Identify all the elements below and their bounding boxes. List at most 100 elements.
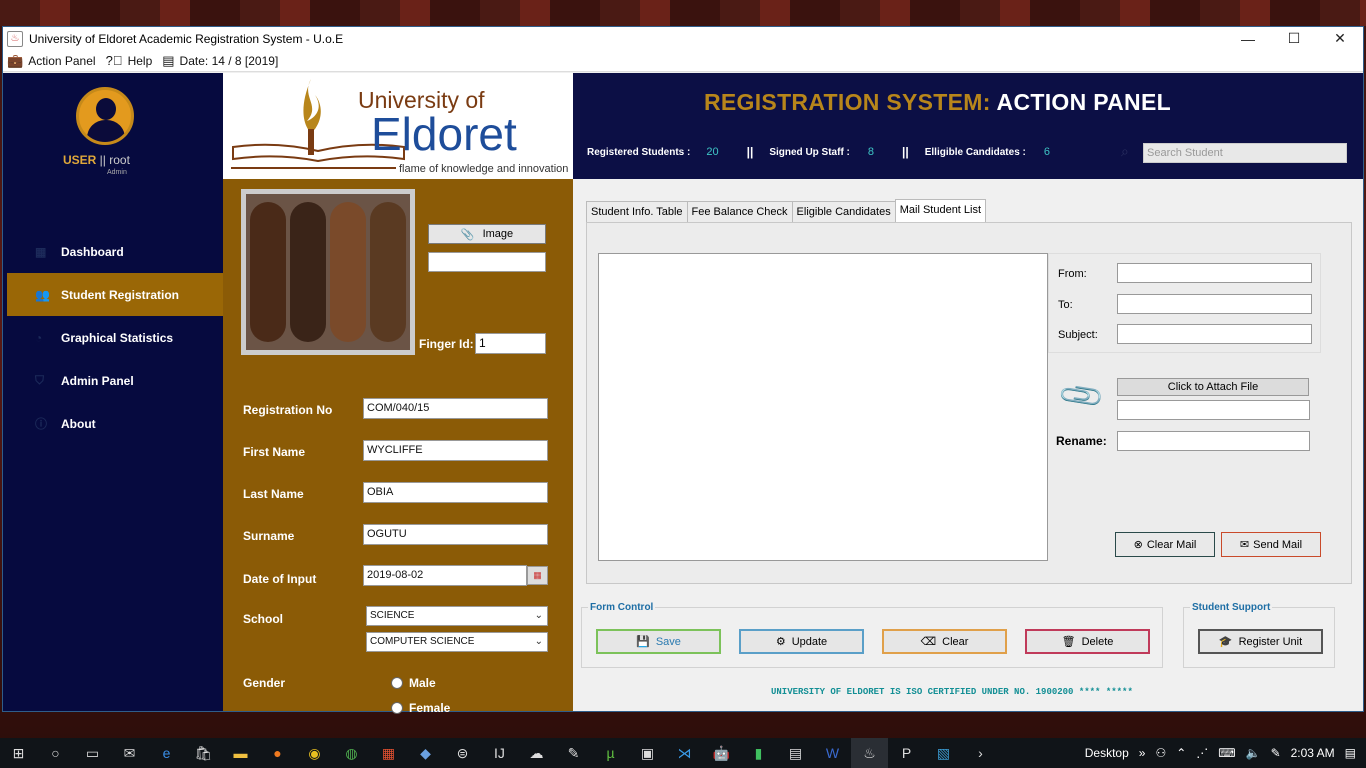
paperclip-icon: 📎 <box>1056 371 1107 422</box>
envelope-icon: ✉ <box>1239 539 1250 551</box>
network-icon[interactable]: ⋰ <box>1196 746 1208 760</box>
tray-expand-icon[interactable]: ⌃ <box>1176 746 1186 760</box>
from-input[interactable] <box>1117 263 1312 283</box>
close-circle-icon: ⊗ <box>1133 539 1143 551</box>
tab-fee-balance-check[interactable]: Fee Balance Check <box>686 201 793 222</box>
task-view-icon[interactable]: ▭ <box>74 738 111 768</box>
tab-eligible-candidates[interactable]: Eligible Candidates <box>791 201 896 222</box>
notifications-icon[interactable]: ▤ <box>1345 746 1356 760</box>
torrent-icon[interactable]: µ <box>592 738 629 768</box>
sidebar-item-about[interactable]: ⓘ About <box>7 402 223 445</box>
sidebar-item-graphical-statistics[interactable]: ◔ Graphical Statistics <box>7 316 223 359</box>
register-unit-button[interactable]: 🎓 Register Unit <box>1198 629 1323 654</box>
chrome-icon[interactable]: ◉ <box>296 738 333 768</box>
app-icon[interactable]: ▤ <box>777 738 814 768</box>
close-button[interactable]: ✕ <box>1317 27 1363 50</box>
image-button[interactable]: 📎 Image <box>428 224 546 244</box>
inkscape-icon[interactable]: ✎ <box>555 738 592 768</box>
calendar-icon: ▤ <box>162 52 175 68</box>
sidebar-item-dashboard[interactable]: ▦ Dashboard <box>7 230 223 273</box>
more-icon[interactable]: › <box>962 738 999 768</box>
app-icon[interactable]: ▮ <box>740 738 777 768</box>
search-student-input[interactable]: Search Student <box>1143 143 1347 163</box>
menu-date-label: Date: 14 / 8 [2019] <box>179 53 279 68</box>
save-button[interactable]: 💾 Save <box>596 629 721 654</box>
menu-date[interactable]: ▤ Date: 14 / 8 [2019] <box>162 53 278 69</box>
edge-browser-icon[interactable]: e <box>148 738 185 768</box>
store-icon[interactable]: 🛍 <box>185 738 222 768</box>
clock-time[interactable]: 2:03 AM <box>1291 746 1335 760</box>
subject-label: Subject: <box>1058 329 1098 341</box>
firefox-icon[interactable]: ● <box>259 738 296 768</box>
attach-file-button[interactable]: Click to Attach File <box>1117 378 1309 396</box>
virtualbox-icon[interactable]: ◆ <box>407 738 444 768</box>
rename-input[interactable] <box>1117 431 1310 451</box>
last-name-input[interactable]: OBIA <box>363 482 548 503</box>
people-icon[interactable]: ⚇ <box>1155 746 1166 760</box>
clear-mail-button[interactable]: ⊗ Clear Mail <box>1115 532 1215 557</box>
sidebar-item-label: Admin Panel <box>61 373 134 388</box>
android-icon[interactable]: 🤖 <box>703 738 740 768</box>
word-icon[interactable]: W <box>814 738 851 768</box>
subject-input[interactable] <box>1117 324 1312 344</box>
app-icon[interactable]: ▦ <box>370 738 407 768</box>
sidebar-item-admin-panel[interactable]: ⛉ Admin Panel <box>7 359 223 402</box>
pen-icon[interactable]: ✎ <box>1271 746 1281 760</box>
intellij-icon[interactable]: IJ <box>481 738 518 768</box>
volume-icon[interactable]: 🔈 <box>1246 746 1261 760</box>
desktop-toolbar-label[interactable]: Desktop <box>1085 746 1129 760</box>
paperclip-icon: 📎 <box>460 228 475 241</box>
surname-input[interactable]: OGUTU <box>363 524 548 545</box>
update-button[interactable]: ⚙ Update <box>739 629 864 654</box>
gender-female-radio[interactable]: Female <box>391 701 450 715</box>
java-icon: ♨ <box>7 30 23 47</box>
windows-start-icon[interactable]: ⊞ <box>0 738 37 768</box>
send-mail-label: Send Mail <box>1253 538 1303 551</box>
grid-icon: ▦ <box>35 244 47 259</box>
save-button-label: Save <box>655 635 681 648</box>
calendar-picker-icon[interactable]: ▦ <box>527 566 548 585</box>
mail-header-fields: From: To: Subject: <box>1048 253 1321 353</box>
menu-help[interactable]: ?⃝ Help <box>106 53 153 68</box>
finger-id-input[interactable]: 1 <box>475 333 546 354</box>
department-select[interactable]: COMPUTER SCIENCE ⌄ <box>366 632 548 652</box>
maximize-button[interactable]: ☐ <box>1271 27 1317 50</box>
sidebar-item-student-registration[interactable]: 👥 Student Registration <box>7 273 223 316</box>
search-circle-icon[interactable]: ○ <box>37 738 74 768</box>
delete-button[interactable]: 🗑 Delete <box>1025 629 1150 654</box>
file-explorer-icon[interactable]: ▬ <box>222 738 259 768</box>
ime-icon[interactable]: ⌨ <box>1218 746 1235 760</box>
gender-male-radio[interactable]: Male <box>391 676 436 690</box>
school-select[interactable]: SCIENCE ⌄ <box>366 606 548 626</box>
app-icon[interactable]: P <box>888 738 925 768</box>
first-name-input[interactable]: WYCLIFFE <box>363 440 548 461</box>
sidebar-item-label: Dashboard <box>61 244 124 259</box>
user-role: Admin <box>107 169 127 176</box>
sidebar-item-label: Student Registration <box>61 287 180 302</box>
chevron-icon[interactable]: » <box>1139 746 1146 760</box>
to-input[interactable] <box>1117 294 1312 314</box>
info-icon: ⓘ <box>35 417 48 431</box>
app-icon[interactable]: ▣ <box>629 738 666 768</box>
image-path-field[interactable] <box>428 252 546 272</box>
tab-mail-student-list[interactable]: Mail Student List <box>894 199 987 222</box>
date-of-input-label: Date of Input <box>243 572 317 586</box>
vscode-icon[interactable]: ⋊ <box>666 738 703 768</box>
user-separator: || <box>96 153 110 167</box>
app-icon[interactable]: ◍ <box>333 738 370 768</box>
mail-app-icon[interactable]: ✉ <box>111 738 148 768</box>
java-icon[interactable]: ♨ <box>851 738 888 768</box>
attached-file-field[interactable] <box>1117 400 1310 420</box>
minimize-button[interactable]: — <box>1225 27 1271 50</box>
date-of-input-field[interactable]: 2019-08-02 <box>363 565 527 586</box>
send-mail-button[interactable]: ✉ Send Mail <box>1221 532 1321 557</box>
mail-body-textarea[interactable] <box>598 253 1048 561</box>
tab-student-info-table[interactable]: Student Info. Table <box>586 201 688 222</box>
registration-no-input[interactable]: COM/040/15 <box>363 398 548 419</box>
menu-action-panel[interactable]: 💼 Action Panel <box>7 53 96 69</box>
app-icon[interactable]: ▧ <box>925 738 962 768</box>
help-icon: ?⃝ <box>105 53 123 68</box>
app-icon[interactable]: ⊜ <box>444 738 481 768</box>
app-icon[interactable]: ☁ <box>518 738 555 768</box>
clear-button[interactable]: ⌫ Clear <box>882 629 1007 654</box>
